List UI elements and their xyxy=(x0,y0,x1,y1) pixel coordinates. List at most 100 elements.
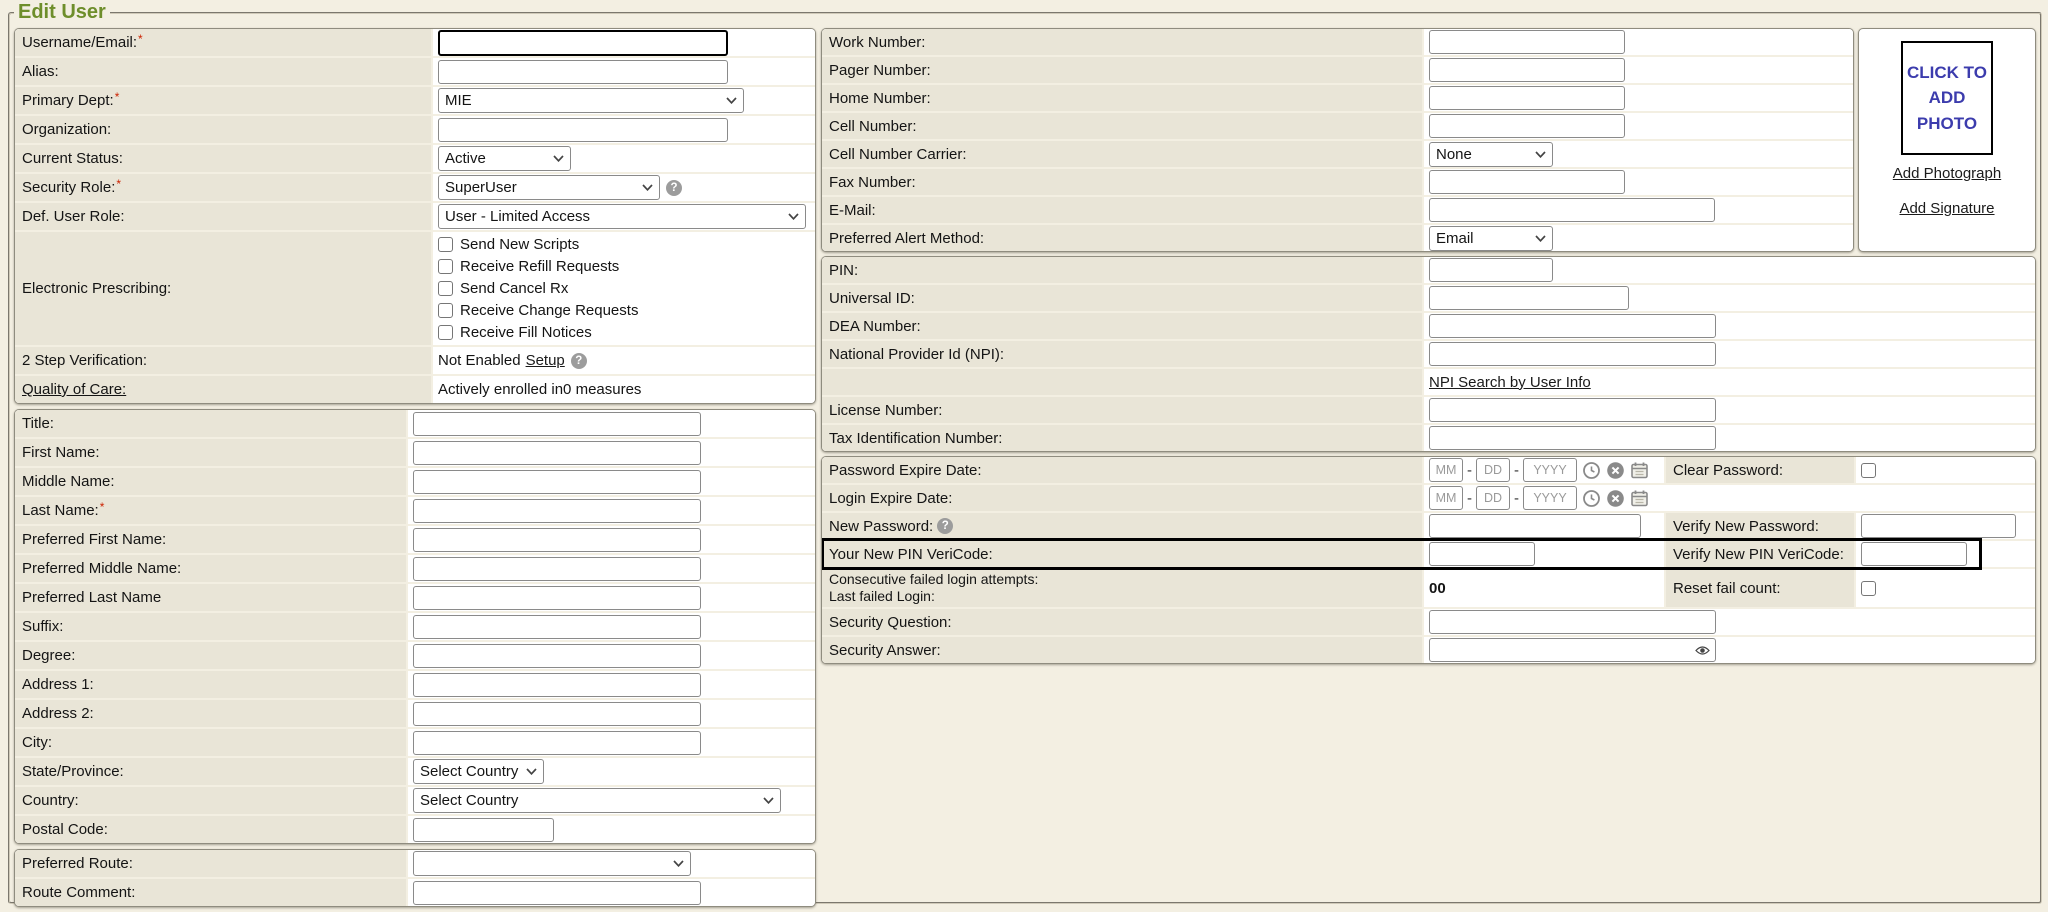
pager-number-input[interactable] xyxy=(1429,58,1625,82)
npi-search-by-user-info-link[interactable]: NPI Search by User Info xyxy=(1429,374,1591,391)
date-separator: - xyxy=(1514,462,1519,479)
clear-password-checkbox[interactable] xyxy=(1861,463,1876,478)
security-question-input[interactable] xyxy=(1429,610,1716,634)
security-answer-input[interactable] xyxy=(1429,638,1716,662)
2-step-verification-value-cell: Not EnabledSetup? xyxy=(433,347,815,374)
fax-number-input[interactable] xyxy=(1429,170,1625,194)
verify-new-password-input[interactable] xyxy=(1861,514,2016,538)
question-circle-icon[interactable]: ? xyxy=(666,180,682,196)
security-role-row: Security Role:*SuperUser? xyxy=(15,172,815,201)
question-circle-icon[interactable]: ? xyxy=(571,353,587,369)
tax-identification-number-input[interactable] xyxy=(1429,426,1716,450)
password-expire-date-dd-input[interactable]: DD xyxy=(1476,458,1510,482)
password-expire-date-mm-input[interactable]: MM xyxy=(1429,458,1463,482)
dea-number-input[interactable] xyxy=(1429,314,1716,338)
postal-code-input[interactable] xyxy=(413,818,554,842)
send-new-scripts-option: Send New Scripts xyxy=(438,234,810,256)
current-status-select[interactable]: Active xyxy=(438,146,571,171)
clock-icon[interactable] xyxy=(1582,461,1601,480)
calendar-icon[interactable] xyxy=(1630,489,1649,508)
calendar-icon[interactable] xyxy=(1630,461,1649,480)
e-mail-input[interactable] xyxy=(1429,198,1715,222)
def-user-role-row: Def. User Role:User - Limited Access xyxy=(15,201,815,230)
postal-code-row: Postal Code: xyxy=(15,814,815,843)
first-name-input[interactable] xyxy=(413,441,701,465)
new-password-row: New Password:?Verify New Password: xyxy=(822,511,2035,539)
receive-refill-requests-checkbox[interactable] xyxy=(438,259,453,274)
login-expire-date-dd-input[interactable]: DD xyxy=(1476,486,1510,510)
preferred-middle-name-input[interactable] xyxy=(413,557,701,581)
your-new-pin-vericode-input[interactable] xyxy=(1429,542,1535,566)
alias-input[interactable] xyxy=(438,60,728,84)
suffix-value-cell xyxy=(408,613,815,640)
organization-input[interactable] xyxy=(438,118,728,142)
new-password-input[interactable] xyxy=(1429,514,1641,538)
title-value-cell xyxy=(408,410,815,437)
address-1-input[interactable] xyxy=(413,673,701,697)
cell-number-input[interactable] xyxy=(1429,114,1625,138)
add-signature-link[interactable]: Add Signature xyxy=(1899,200,1994,217)
add-photograph-link[interactable]: Add Photograph xyxy=(1893,165,2001,182)
suffix-input[interactable] xyxy=(413,615,701,639)
def-user-role-select[interactable]: User - Limited Access xyxy=(438,204,806,229)
country-select[interactable]: Select Country xyxy=(413,788,781,813)
cell-number-carrier-select[interactable]: None xyxy=(1429,142,1553,167)
quality-of-care-label[interactable]: Quality of Care: xyxy=(15,376,433,403)
route-comment-input[interactable] xyxy=(413,881,701,905)
last-name-label-text: Last Name: xyxy=(22,502,99,519)
degree-input[interactable] xyxy=(413,644,701,668)
middle-name-input[interactable] xyxy=(413,470,701,494)
preferred-last-name-input[interactable] xyxy=(413,586,701,610)
last-name-input[interactable] xyxy=(413,499,701,523)
city-input[interactable] xyxy=(413,731,701,755)
quality-of-care-label-text[interactable]: Quality of Care: xyxy=(22,381,126,398)
def-user-role-select-value: User - Limited Access xyxy=(445,208,590,225)
x-circle-icon[interactable] xyxy=(1606,461,1625,480)
state-province-select[interactable]: Select Country xyxy=(413,759,544,784)
primary-dept-select[interactable]: MIE xyxy=(438,88,744,113)
route-comment-label-text: Route Comment: xyxy=(22,884,135,901)
preferred-first-name-input[interactable] xyxy=(413,528,701,552)
setup-link[interactable]: Setup xyxy=(526,352,565,369)
home-number-label: Home Number: xyxy=(822,85,1424,111)
e-mail-value-cell xyxy=(1424,197,1853,223)
primary-dept-row: Primary Dept:*MIE xyxy=(15,85,815,114)
preferred-middle-name-row: Preferred Middle Name: xyxy=(15,553,815,582)
receive-change-requests-checkbox[interactable] xyxy=(438,303,453,318)
chevron-down-icon xyxy=(553,155,564,162)
new-password-label: New Password:? xyxy=(822,513,1424,539)
home-number-input[interactable] xyxy=(1429,86,1625,110)
x-circle-icon[interactable] xyxy=(1606,489,1625,508)
clock-icon[interactable] xyxy=(1582,489,1601,508)
add-photo-box[interactable]: CLICK TO ADD PHOTO xyxy=(1901,41,1993,155)
country-label-text: Country: xyxy=(22,792,79,809)
national-provider-id-npi-input[interactable] xyxy=(1429,342,1716,366)
tax-identification-number-label: Tax Identification Number: xyxy=(822,425,1424,451)
login-expire-date-yyyy-input[interactable]: YYYY xyxy=(1523,486,1577,510)
eye-icon[interactable] xyxy=(1695,645,1710,656)
degree-label-text: Degree: xyxy=(22,647,75,664)
security-role-select[interactable]: SuperUser xyxy=(438,175,660,200)
work-number-input[interactable] xyxy=(1429,30,1625,54)
receive-fill-notices-checkbox[interactable] xyxy=(438,325,453,340)
consecutive-failed-login-attempts-label-line-2: Last failed Login: xyxy=(829,588,935,606)
address-2-input[interactable] xyxy=(413,702,701,726)
question-circle-icon[interactable]: ? xyxy=(937,518,953,534)
preferred-route-select[interactable] xyxy=(413,851,691,876)
date-separator: - xyxy=(1514,490,1519,507)
preferred-alert-method-value-cell: Email xyxy=(1424,225,1853,251)
verify-new-pin-vericode-input[interactable] xyxy=(1861,542,1967,566)
country-select-value: Select Country xyxy=(420,792,518,809)
license-number-input[interactable] xyxy=(1429,398,1716,422)
password-expire-date-yyyy-input[interactable]: YYYY xyxy=(1523,458,1577,482)
pin-input[interactable] xyxy=(1429,258,1553,282)
reset-fail-count-checkbox[interactable] xyxy=(1861,581,1876,596)
preferred-alert-method-select[interactable]: Email xyxy=(1429,226,1553,251)
universal-id-input[interactable] xyxy=(1429,286,1629,310)
title-input[interactable] xyxy=(413,412,701,436)
chevron-down-icon xyxy=(673,860,684,867)
send-cancel-rx-checkbox[interactable] xyxy=(438,281,453,296)
login-expire-date-mm-input[interactable]: MM xyxy=(1429,486,1463,510)
send-new-scripts-checkbox[interactable] xyxy=(438,237,453,252)
username-email-input[interactable] xyxy=(438,30,728,56)
